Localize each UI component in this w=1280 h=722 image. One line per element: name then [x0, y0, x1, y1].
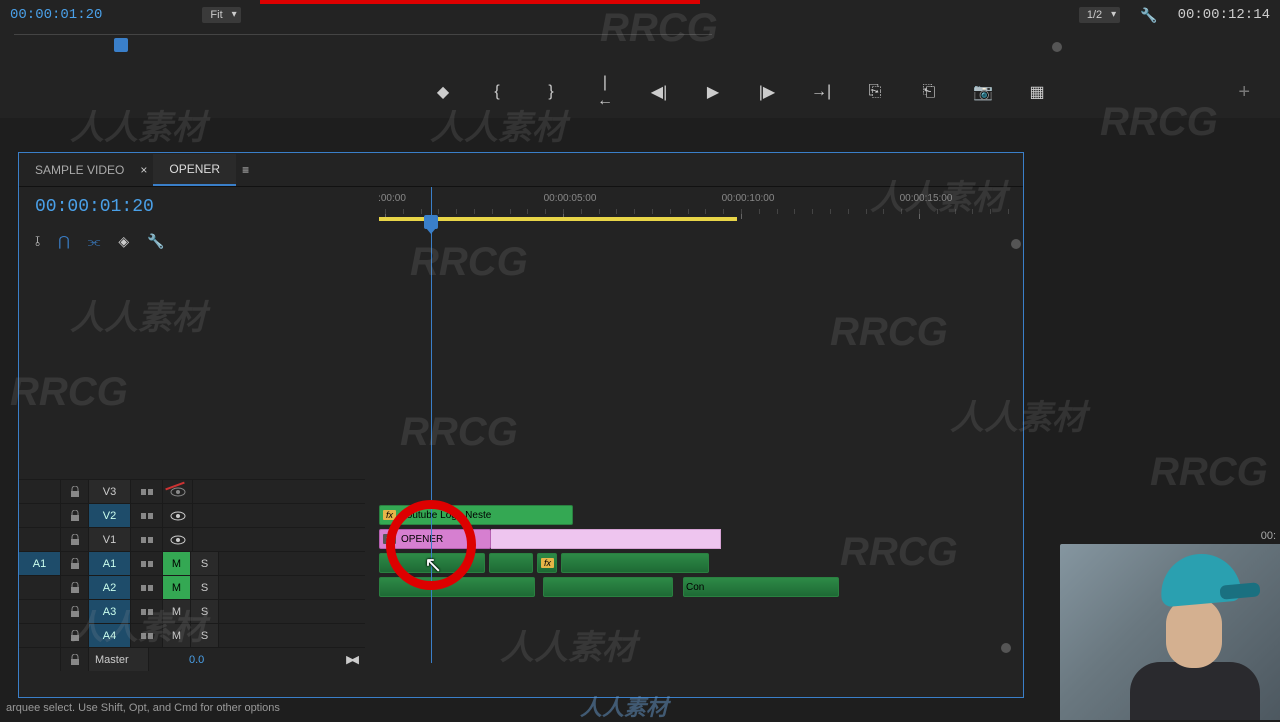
source-v2[interactable]	[19, 504, 61, 527]
track-a4[interactable]: A4	[89, 624, 131, 647]
sync-a1[interactable]	[131, 552, 163, 575]
lock-v2[interactable]	[61, 504, 89, 527]
nest-toggle-icon[interactable]: ⫱	[35, 233, 40, 250]
source-timecode: 00:00:01:20	[10, 7, 102, 23]
source-master[interactable]	[19, 648, 61, 671]
render-bar	[260, 0, 700, 4]
visibility-v2[interactable]	[163, 504, 193, 527]
sync-a3[interactable]	[131, 600, 163, 623]
lock-master[interactable]	[61, 648, 89, 671]
button-editor-icon[interactable]: +	[1238, 81, 1250, 104]
source-a3[interactable]	[19, 600, 61, 623]
go-in-icon[interactable]: |←	[595, 74, 615, 110]
audio-clip[interactable]: Con	[683, 577, 839, 597]
sync-v3[interactable]	[131, 480, 163, 503]
mute-a1[interactable]: M	[163, 552, 191, 575]
extract-icon[interactable]: ⎗	[919, 83, 939, 101]
mute-a4[interactable]: M	[163, 624, 191, 647]
track-v3[interactable]: V3	[89, 480, 131, 503]
timeline-panel: SAMPLE VIDEO × OPENER ≡ 00:00:01:20 ⫱ ⋂ …	[18, 152, 1024, 698]
program-timecode: 00:00:12:14	[1178, 7, 1270, 23]
source-a1[interactable]: A1	[19, 552, 61, 575]
marker-icon[interactable]: ◈	[118, 233, 129, 250]
clip-opener[interactable]: fx OPENER	[379, 529, 491, 549]
watermark: RRCG	[1150, 450, 1268, 495]
mark-in-icon[interactable]: ◆	[433, 82, 453, 102]
clip-opener-tail[interactable]	[491, 529, 721, 549]
source-v1[interactable]	[19, 528, 61, 551]
scroll-dot[interactable]	[1052, 42, 1062, 52]
audio-clip[interactable]	[489, 553, 533, 573]
comparison-icon[interactable]: ▦	[1027, 82, 1047, 102]
lock-a1[interactable]	[61, 552, 89, 575]
scroll-indicator-bottom[interactable]	[1001, 643, 1011, 653]
track-a1[interactable]: A1	[89, 552, 131, 575]
audio-clip[interactable]	[543, 577, 673, 597]
fx-badge: fx	[383, 510, 396, 520]
resolution-dropdown[interactable]: 1/2	[1079, 7, 1120, 23]
webcam-timecode: 00:	[1261, 530, 1276, 542]
go-out-icon[interactable]: →|	[811, 83, 831, 101]
presenter-webcam	[1060, 544, 1280, 720]
lock-a4[interactable]	[61, 624, 89, 647]
tab-close-icon[interactable]: ×	[140, 163, 147, 177]
scrub-handle[interactable]	[114, 38, 128, 52]
track-v1[interactable]: V1	[89, 528, 131, 551]
sync-a2[interactable]	[131, 576, 163, 599]
export-frame-icon[interactable]: 📷	[973, 82, 993, 102]
track-a3[interactable]: A3	[89, 600, 131, 623]
solo-a4[interactable]: S	[191, 624, 219, 647]
sync-v1[interactable]	[131, 528, 163, 551]
lock-v1[interactable]	[61, 528, 89, 551]
step-forward-icon[interactable]: |▶	[757, 82, 777, 102]
source-a2[interactable]	[19, 576, 61, 599]
linked-selection-icon[interactable]: ⫘	[88, 233, 101, 250]
sequence-timecode[interactable]: 00:00:01:20	[35, 197, 349, 217]
tab-sample-video[interactable]: SAMPLE VIDEO	[19, 155, 140, 185]
fx-badge: fx	[383, 534, 396, 544]
tab-opener[interactable]: OPENER	[153, 154, 236, 186]
solo-a1[interactable]: S	[191, 552, 219, 575]
transport-bar: ◆ { } |← ◀| ▶ |▶ →| ⎘ ⎗ 📷 ▦ +	[0, 66, 1280, 118]
track-v2[interactable]: V2	[89, 504, 131, 527]
sync-a4[interactable]	[131, 624, 163, 647]
clip-youtube-logo[interactable]: fx Youtube Logo Neste	[379, 505, 573, 525]
work-area-bar[interactable]	[379, 217, 737, 221]
audio-clip[interactable]	[561, 553, 709, 573]
solo-a3[interactable]: S	[191, 600, 219, 623]
status-bar: arquee select. Use Shift, Opt, and Cmd f…	[0, 702, 280, 720]
tab-menu-icon[interactable]: ≡	[242, 163, 249, 177]
track-a2[interactable]: A2	[89, 576, 131, 599]
visibility-v1[interactable]	[163, 528, 193, 551]
sync-v2[interactable]	[131, 504, 163, 527]
scroll-indicator[interactable]	[1011, 239, 1021, 249]
lock-a3[interactable]	[61, 600, 89, 623]
track-master[interactable]: Master	[89, 648, 149, 671]
mute-a3[interactable]: M	[163, 600, 191, 623]
audio-clip[interactable]	[379, 553, 485, 573]
mute-a2[interactable]: M	[163, 576, 191, 599]
audio-clip[interactable]: fx	[537, 553, 557, 573]
lock-v3[interactable]	[61, 480, 89, 503]
source-a4[interactable]	[19, 624, 61, 647]
master-pan-icon[interactable]: ▶◀	[346, 653, 355, 666]
solo-a2[interactable]: S	[191, 576, 219, 599]
master-level[interactable]: 0.0	[189, 654, 204, 666]
source-v3[interactable]	[19, 480, 61, 503]
zoom-dropdown[interactable]: Fit	[202, 7, 240, 23]
step-back-icon[interactable]: ◀|	[649, 82, 669, 102]
timeline-settings-icon[interactable]: 🔧	[147, 233, 164, 250]
lift-icon[interactable]: ⎘	[865, 83, 885, 101]
lock-a2[interactable]	[61, 576, 89, 599]
visibility-v3[interactable]	[163, 480, 193, 503]
bracket-out-icon[interactable]: }	[541, 83, 561, 101]
settings-wrench-icon[interactable]: 🔧	[1140, 7, 1157, 24]
bracket-in-icon[interactable]: {	[487, 83, 507, 101]
audio-clip[interactable]	[379, 577, 535, 597]
snap-icon[interactable]: ⋂	[58, 233, 69, 250]
play-icon[interactable]: ▶	[703, 82, 723, 102]
